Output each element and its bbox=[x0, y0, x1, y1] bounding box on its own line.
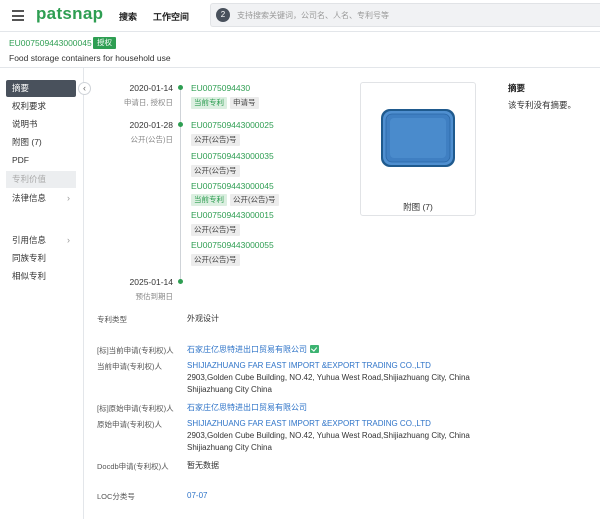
loc-class-link[interactable]: 07-07 bbox=[187, 491, 207, 500]
field-label-original-assignee: 原始申请(专利权)人 bbox=[97, 420, 162, 429]
abstract-text: 该专利没有摘要。 bbox=[508, 100, 577, 110]
search-bar: 2 bbox=[210, 3, 600, 27]
current-assignee-link[interactable]: SHIJIAZHUANG FAR EAST IMPORT &EXPORT TRA… bbox=[187, 360, 470, 372]
sidebar-item-similar[interactable]: 相似专利 bbox=[6, 268, 76, 285]
timeline-line bbox=[180, 88, 181, 284]
menu-icon[interactable] bbox=[12, 10, 24, 21]
tag-group: 当前专利 公开(公告)号 bbox=[191, 194, 282, 206]
field-label-loc-class: LOC分类号 bbox=[97, 492, 135, 501]
tag-group: 公开(公告)号 bbox=[191, 224, 243, 236]
field-label-docdb-assignee: Docdb申请(专利权)人 bbox=[97, 462, 169, 471]
sidebar-item-citations[interactable]: 引用信息 › bbox=[6, 232, 76, 249]
pub-number-link[interactable]: EU007509443000055 bbox=[191, 240, 274, 250]
patsnap-logo[interactable]: patsnap bbox=[36, 4, 103, 24]
application-number-tag: 申请号 bbox=[230, 97, 259, 109]
current-assignee-city: Shijiazhuang City China bbox=[187, 385, 272, 394]
sidebar-item-claims[interactable]: 权利要求 bbox=[6, 98, 76, 115]
timeline-date: 2020-01-28 bbox=[129, 120, 173, 130]
pub-number-link[interactable]: EU007509443000015 bbox=[191, 210, 274, 220]
sidebar-item-abstract[interactable]: 摘要 bbox=[6, 80, 76, 97]
publication-number-tag: 公开(公告)号 bbox=[230, 194, 279, 206]
patent-header: EU007509443000045 授权 Food storage contai… bbox=[0, 32, 600, 68]
search-input[interactable] bbox=[237, 7, 577, 23]
sidebar-item-family[interactable]: 同族专利 bbox=[6, 250, 76, 267]
abstract-heading: 摘要 bbox=[508, 83, 526, 93]
field-value-docdb-assignee: 暂无数据 bbox=[187, 461, 219, 470]
pub-number-link[interactable]: EU007509443000045 bbox=[191, 181, 274, 191]
publication-number-tag: 公开(公告)号 bbox=[191, 165, 240, 177]
sidebar-item-patent-value: 专利价值 bbox=[6, 171, 76, 188]
timeline-dot bbox=[178, 85, 183, 90]
original-assignee-address: 2903,Golden Cube Building, NO.42, Yuhua … bbox=[187, 431, 470, 440]
top-bar: patsnap 搜索 工作空间 2 bbox=[0, 0, 600, 32]
tag-group: 公开(公告)号 bbox=[191, 134, 243, 146]
timeline-dot bbox=[178, 279, 183, 284]
timeline-dot bbox=[178, 122, 183, 127]
container-drawing-image bbox=[381, 109, 455, 167]
original-assignee-city: Shijiazhuang City China bbox=[187, 443, 272, 452]
search-type-badge[interactable]: 2 bbox=[216, 8, 230, 22]
field-label-std-current-assignee: [标]当前申请(专利权)人 bbox=[97, 346, 174, 355]
tag-group: 公开(公告)号 bbox=[191, 254, 243, 266]
publication-number-tag: 公开(公告)号 bbox=[191, 134, 240, 146]
timeline-desc: 申请日, 授权日 bbox=[123, 98, 173, 107]
chevron-right-icon: › bbox=[67, 193, 70, 203]
collapse-sidebar-icon[interactable]: ‹ bbox=[78, 82, 91, 95]
sidebar-item-pdf[interactable]: PDF bbox=[6, 152, 76, 169]
original-assignee-link[interactable]: SHIJIAZHUANG FAR EAST IMPORT &EXPORT TRA… bbox=[187, 418, 470, 430]
std-original-assignee-link[interactable]: 石家庄亿思特进出口贸易有限公司 bbox=[187, 403, 307, 412]
current-patent-tag: 当前专利 bbox=[191, 194, 227, 206]
field-label-patent-type: 专利类型 bbox=[97, 315, 127, 324]
pub-number-link[interactable]: EU007509443000025 bbox=[191, 120, 274, 130]
publication-number-tag: 公开(公告)号 bbox=[191, 254, 240, 266]
field-value-patent-type: 外观设计 bbox=[187, 314, 219, 323]
field-value-original-assignee: SHIJIAZHUANG FAR EAST IMPORT &EXPORT TRA… bbox=[187, 418, 470, 454]
field-value-current-assignee: SHIJIAZHUANG FAR EAST IMPORT &EXPORT TRA… bbox=[187, 360, 470, 396]
field-label-current-assignee: 当前申请(专利权)人 bbox=[97, 362, 162, 371]
field-label-std-original-assignee: [标]原始申请(专利权)人 bbox=[97, 404, 174, 413]
timeline-desc: 公开(公告)日 bbox=[130, 135, 174, 144]
nav-search[interactable]: 搜索 bbox=[119, 10, 137, 23]
chevron-right-icon: › bbox=[67, 235, 70, 245]
tag-group: 公开(公告)号 bbox=[191, 165, 243, 177]
sidebar-item-description[interactable]: 说明书 bbox=[6, 116, 76, 133]
timeline-desc: 预估到期日 bbox=[135, 292, 174, 301]
drawing-thumbnail[interactable]: 附图 (7) bbox=[360, 82, 476, 216]
verified-icon bbox=[310, 345, 319, 353]
patent-number: EU007509443000045 bbox=[9, 38, 92, 48]
sidebar-item-legal-info[interactable]: 法律信息 › bbox=[6, 190, 76, 207]
drawing-count-label: 附图 (7) bbox=[403, 202, 433, 212]
nav-workspace[interactable]: 工作空间 bbox=[153, 10, 189, 23]
std-current-assignee-link[interactable]: 石家庄亿思特进出口贸易有限公司 bbox=[187, 345, 307, 354]
patent-title: Food storage containers for household us… bbox=[9, 53, 171, 63]
current-assignee-address: 2903,Golden Cube Building, NO.42, Yuhua … bbox=[187, 373, 470, 382]
field-value-std-current-assignee: 石家庄亿思特进出口贸易有限公司 bbox=[187, 344, 319, 356]
field-value-std-original-assignee: 石家庄亿思特进出口贸易有限公司 bbox=[187, 402, 307, 414]
timeline-date: 2020-01-14 bbox=[129, 83, 173, 93]
sidebar-item-drawings[interactable]: 附图 (7) bbox=[6, 134, 76, 151]
pub-number-link[interactable]: EU007509443000035 bbox=[191, 151, 274, 161]
current-patent-tag: 当前专利 bbox=[191, 97, 227, 109]
timeline-date: 2025-01-14 bbox=[129, 277, 173, 287]
publication-number-tag: 公开(公告)号 bbox=[191, 224, 240, 236]
pub-number-link[interactable]: EU0075094430 bbox=[191, 83, 250, 93]
tag-group: 当前专利 申请号 bbox=[191, 97, 262, 109]
field-value-loc-class: 07-07 bbox=[187, 490, 207, 502]
status-badge: 授权 bbox=[93, 37, 116, 49]
sidebar: 摘要 权利要求 说明书 附图 (7) PDF 专利价值 法律信息 › 引用信息 › … bbox=[0, 68, 84, 519]
